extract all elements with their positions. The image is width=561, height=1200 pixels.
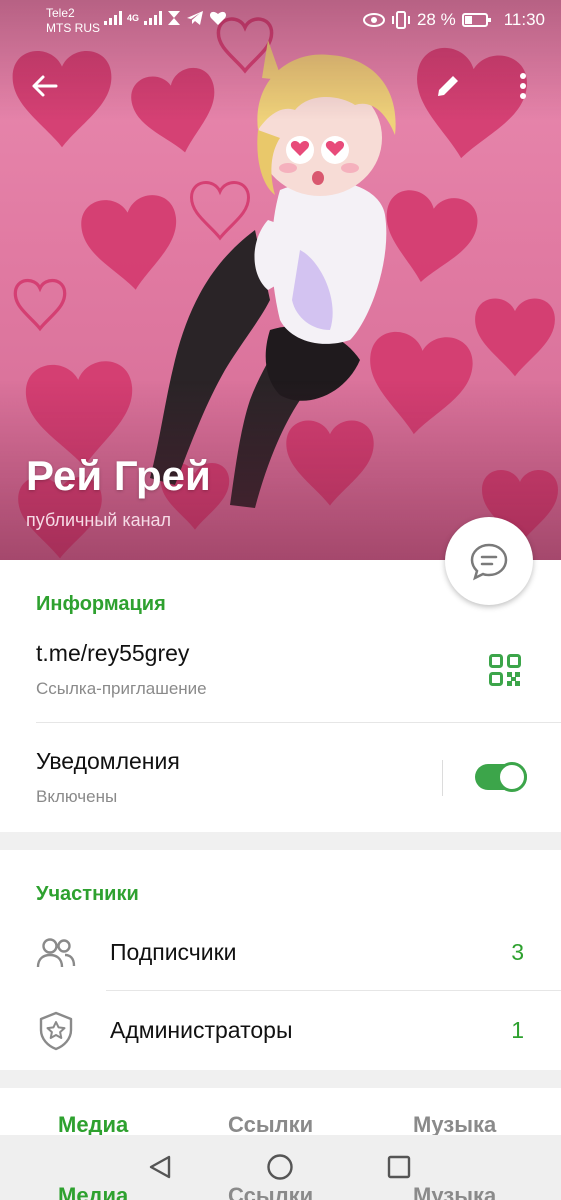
channel-name: Рей Грей — [26, 452, 211, 499]
qr-code-icon[interactable] — [489, 654, 521, 686]
nav-home-button[interactable] — [263, 1150, 297, 1184]
telegram-icon — [187, 11, 204, 25]
tab-media-reflection: Медиа — [58, 1183, 129, 1200]
vertical-separator — [442, 760, 443, 796]
signal-icon-2 — [144, 11, 163, 25]
administrators-count: 1 — [511, 1017, 524, 1043]
chat-bubble-icon — [470, 543, 508, 581]
triangle-back-icon — [149, 1155, 171, 1179]
nav-back-button[interactable] — [143, 1150, 177, 1184]
invite-link-caption: Ссылка-приглашение — [36, 679, 207, 698]
section-gap — [0, 1070, 561, 1088]
back-button[interactable] — [24, 66, 64, 106]
carrier-1: Tele2 — [46, 6, 75, 20]
hourglass-icon — [168, 11, 181, 25]
channel-cover-image[interactable]: Tele2 MTS RUS 4G 28 % 11:30 Рей Грей пуб… — [0, 0, 561, 560]
subscribers-label: Подписчики — [110, 939, 237, 965]
edit-button[interactable] — [428, 66, 468, 106]
system-navigation-bar: Медиа Ссылки Музыка — [0, 1135, 561, 1200]
battery-icon — [461, 13, 491, 27]
discussion-button[interactable] — [445, 517, 533, 605]
more-vertical-icon — [520, 73, 526, 99]
members-section-title: Участники — [36, 883, 139, 905]
status-icons-right: 28 % 11:30 — [362, 10, 545, 30]
section-gap — [0, 832, 561, 850]
notifications-label: Уведомления — [36, 748, 180, 774]
notifications-state: Включены — [36, 787, 118, 806]
pencil-icon — [438, 76, 458, 96]
status-bar: Tele2 MTS RUS 4G 28 % 11:30 — [0, 0, 561, 44]
admin-shield-icon — [39, 1011, 73, 1051]
heart-icon — [209, 11, 227, 25]
invite-link[interactable]: t.me/rey55grey — [36, 640, 189, 667]
notifications-toggle[interactable] — [475, 762, 527, 792]
arrow-left-icon — [32, 75, 58, 97]
nav-recents-button[interactable] — [382, 1150, 416, 1184]
clock: 11:30 — [503, 10, 545, 29]
network-badge: 4G — [127, 13, 140, 23]
signal-icon — [104, 11, 122, 25]
divider — [36, 722, 561, 723]
toggle-knob — [497, 762, 527, 792]
people-icon — [36, 938, 76, 968]
tab-links-reflection: Ссылки — [228, 1183, 314, 1200]
more-button[interactable] — [503, 66, 543, 106]
administrators-label: Администраторы — [110, 1017, 293, 1043]
carrier-labels: Tele2 MTS RUS — [46, 6, 100, 36]
carrier-2: MTS RUS — [46, 21, 100, 35]
info-section-title: Информация — [36, 593, 166, 615]
eye-icon — [362, 13, 385, 27]
subscribers-count: 3 — [511, 939, 524, 965]
battery-percent: 28 % — [416, 10, 456, 29]
divider — [106, 990, 561, 991]
status-icons-left: 4G — [104, 10, 227, 26]
circle-home-icon — [267, 1154, 293, 1180]
channel-type: публичный канал — [26, 510, 172, 530]
vibrate-icon — [391, 11, 410, 29]
square-recents-icon — [387, 1155, 411, 1179]
tab-music-reflection: Музыка — [413, 1183, 497, 1200]
